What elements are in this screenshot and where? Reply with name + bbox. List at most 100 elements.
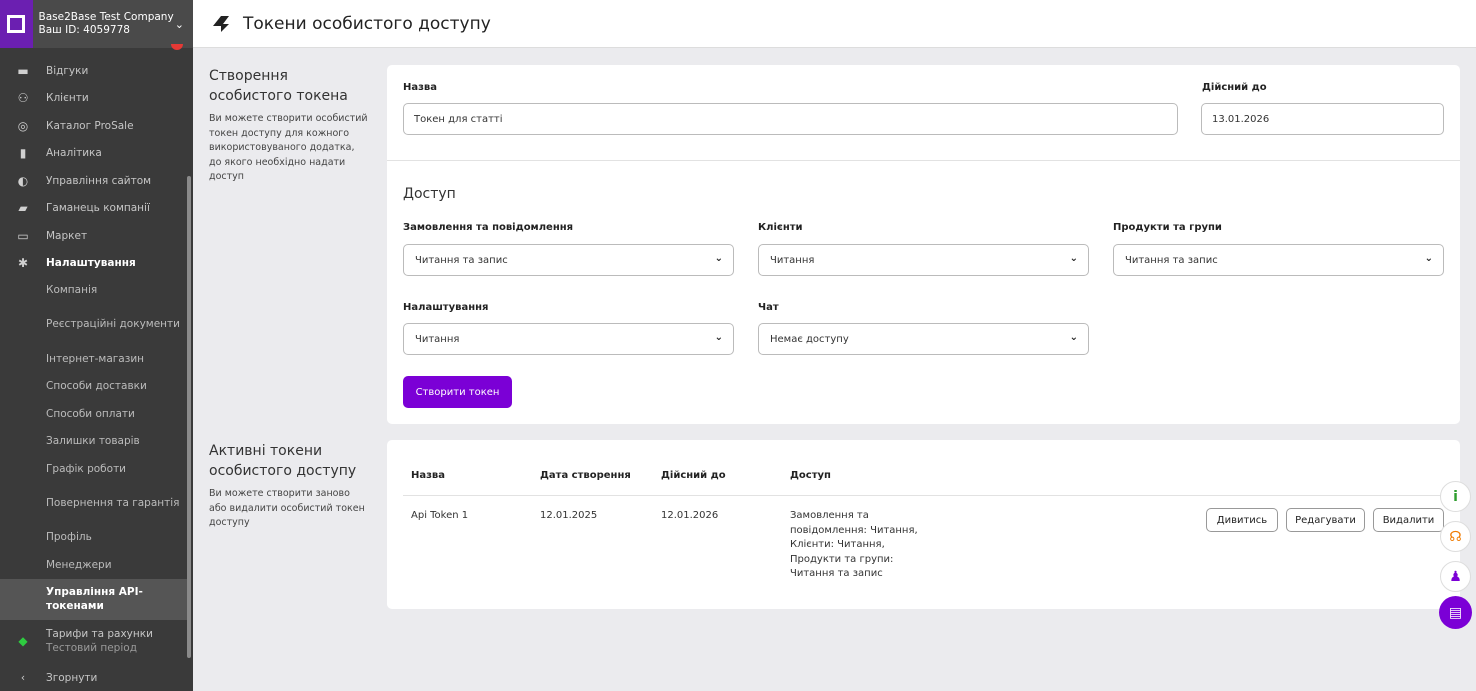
wallet-icon: ▰	[18, 201, 28, 216]
token-valid-cell: 12.01.2026	[661, 510, 719, 521]
support-icon[interactable]: ☊	[1440, 521, 1471, 552]
sidebar-item-wallet[interactable]: ▰ Гаманець компанії	[0, 195, 187, 223]
sidebar-sub-schedule[interactable]: Графік роботи	[0, 456, 187, 484]
collapse-label: Згорнути	[46, 672, 98, 684]
sidebar-sub-company[interactable]: Компанія	[0, 277, 187, 305]
select-value: Читання	[415, 333, 460, 345]
column-header-created: Дата створення	[540, 470, 631, 481]
active-tokens-card: Назва Дата створення Дійсний до Доступ A…	[387, 440, 1460, 609]
view-button[interactable]: Дивитись	[1206, 508, 1278, 532]
sidebar-sub-online-store[interactable]: Інтернет-магазин	[0, 346, 187, 374]
chevron-down-icon: ⌄	[1069, 253, 1078, 264]
table-divider	[403, 495, 1444, 496]
message-icon: ▬	[17, 63, 29, 78]
column-header-name: Назва	[411, 470, 446, 481]
company-id: Ваш ID: 4059778	[38, 24, 130, 36]
gear-icon: ✱	[17, 256, 29, 271]
orders-access-select[interactable]: Читання та запис ⌄	[403, 244, 734, 276]
access-title: Доступ	[403, 186, 456, 202]
section-title: Активні токени особистого доступу	[209, 443, 357, 479]
sidebar-item-reviews[interactable]: ▬ Відгуки	[0, 57, 187, 85]
chevron-down-icon[interactable]: ⌄	[174, 18, 185, 31]
name-label: Назва	[403, 82, 438, 93]
sidebar-item-label: Налаштування	[46, 257, 136, 270]
products-access-select[interactable]: Читання та запис ⌄	[1113, 244, 1444, 276]
chevron-down-icon: ⌄	[714, 253, 723, 264]
leaf-icon: ◆	[18, 633, 28, 648]
orders-label: Замовлення та повідомлення	[403, 222, 574, 233]
products-label: Продукти та групи	[1113, 222, 1222, 233]
globe-icon: ◐	[17, 173, 29, 188]
notification-badge	[171, 44, 183, 50]
sidebar-item-sublabel: Тестовий період	[46, 641, 137, 654]
info-icon[interactable]: i	[1440, 481, 1471, 512]
sidebar-sub-api-tokens[interactable]: Управління API-токенами	[0, 579, 187, 620]
edit-button[interactable]: Редагувати	[1286, 508, 1365, 532]
sidebar-item-site[interactable]: ◐ Управління сайтом	[0, 167, 187, 195]
valid-until-label: Дійсний до	[1202, 82, 1267, 93]
access-line: повідомлення: Читання,	[790, 524, 918, 536]
column-header-access: Доступ	[790, 470, 831, 481]
create-token-button[interactable]: Створити токен	[403, 376, 512, 408]
sidebar-sub-delivery[interactable]: Способи доставки	[0, 373, 187, 401]
sidebar-sub-profile[interactable]: Профіль	[0, 524, 187, 552]
section-description: Ви можете створити заново або видалити о…	[209, 488, 365, 528]
sidebar-item-label: Відгуки	[46, 64, 89, 77]
access-line: Клієнти: Читання,	[790, 539, 885, 550]
chat-label: Чат	[758, 302, 779, 313]
sidebar-sub-registration-docs[interactable]: Реєстраційні документи	[0, 305, 187, 346]
chevron-left-icon: ‹	[20, 672, 26, 684]
create-description-block: Створення особистого токена Ви можете ст…	[209, 66, 369, 185]
access-line: Читання та запис	[790, 568, 883, 579]
sidebar-scrollbar[interactable]	[187, 176, 191, 658]
settings-access-select[interactable]: Читання ⌄	[403, 323, 734, 355]
app-logo[interactable]	[0, 0, 33, 48]
token-access-cell: Замовлення та повідомлення: Читання, Клі…	[790, 509, 918, 582]
sidebar-item-label: Клієнти	[46, 92, 89, 105]
active-description-block: Активні токени особистого доступу Ви мож…	[209, 441, 369, 531]
sidebar-item-label: Тарифи та рахунки	[46, 627, 153, 640]
user-icon[interactable]: ♟	[1440, 561, 1471, 592]
clients-label: Клієнти	[758, 222, 803, 233]
sidebar: Base2Base Test Company Ваш ID: 4059778 ⌄…	[0, 0, 193, 691]
sidebar-item-market[interactable]: ▭ Маркет	[0, 222, 187, 250]
sidebar-item-tariffs[interactable]: ◆ Тарифи та рахунки Тестовий період	[0, 620, 187, 661]
sidebar-sub-stock[interactable]: Залишки товарів	[0, 428, 187, 456]
delete-button[interactable]: Видалити	[1373, 508, 1444, 532]
bar-chart-icon: ▮	[19, 146, 27, 161]
sidebar-item-settings[interactable]: ✱ Налаштування	[0, 250, 187, 278]
sidebar-item-catalog[interactable]: ◎ Каталог ProSale	[0, 112, 187, 140]
select-value: Читання та запис	[1125, 254, 1218, 266]
access-line: Замовлення та	[790, 510, 869, 521]
company-switcher[interactable]: Base2Base Test Company Ваш ID: 4059778 ⌄	[0, 0, 193, 48]
chat-access-select[interactable]: Немає доступу ⌄	[758, 323, 1089, 355]
sidebar-item-clients[interactable]: ⚇ Клієнти	[0, 85, 187, 113]
create-token-card: Назва Токен для статті Дійсний до 13.01.…	[387, 65, 1460, 424]
clients-access-select[interactable]: Читання ⌄	[758, 244, 1089, 276]
access-line: Продукти та групи:	[790, 553, 894, 565]
chat-icon[interactable]: ▤	[1439, 596, 1472, 629]
chevron-down-icon: ⌄	[1069, 332, 1078, 343]
target-icon: ◎	[17, 118, 29, 133]
collapse-button[interactable]: ‹ Згорнути	[0, 665, 193, 691]
sidebar-item-label: Маркет	[46, 229, 88, 242]
section-description: Ви можете створити особистий токен досту…	[209, 113, 368, 182]
select-value: Читання та запис	[415, 254, 508, 266]
sidebar-sub-payment[interactable]: Способи оплати	[0, 401, 187, 429]
sidebar-item-analytics[interactable]: ▮ Аналітика	[0, 140, 187, 168]
sidebar-sub-managers[interactable]: Менеджери	[0, 552, 187, 580]
page-title: Токени особистого доступу	[243, 13, 491, 34]
valid-until-input[interactable]: 13.01.2026	[1201, 103, 1444, 135]
store-icon: ▭	[17, 228, 29, 243]
chevron-down-icon: ⌄	[714, 332, 723, 343]
divider	[387, 160, 1460, 161]
column-header-valid: Дійсний до	[661, 470, 726, 481]
select-value: Немає доступу	[770, 333, 849, 345]
company-name: Base2Base Test Company	[38, 11, 174, 23]
section-title: Створення особистого токена	[209, 68, 348, 104]
sidebar-nav: ▬ Відгуки ⚇ Клієнти ◎ Каталог ProSale ▮ …	[0, 57, 187, 661]
token-name-cell: Api Token 1	[411, 510, 469, 521]
token-name-input[interactable]: Токен для статті	[403, 103, 1178, 135]
page-header: Токени особистого доступу	[193, 0, 1476, 48]
sidebar-sub-returns[interactable]: Повернення та гарантія	[0, 483, 187, 524]
